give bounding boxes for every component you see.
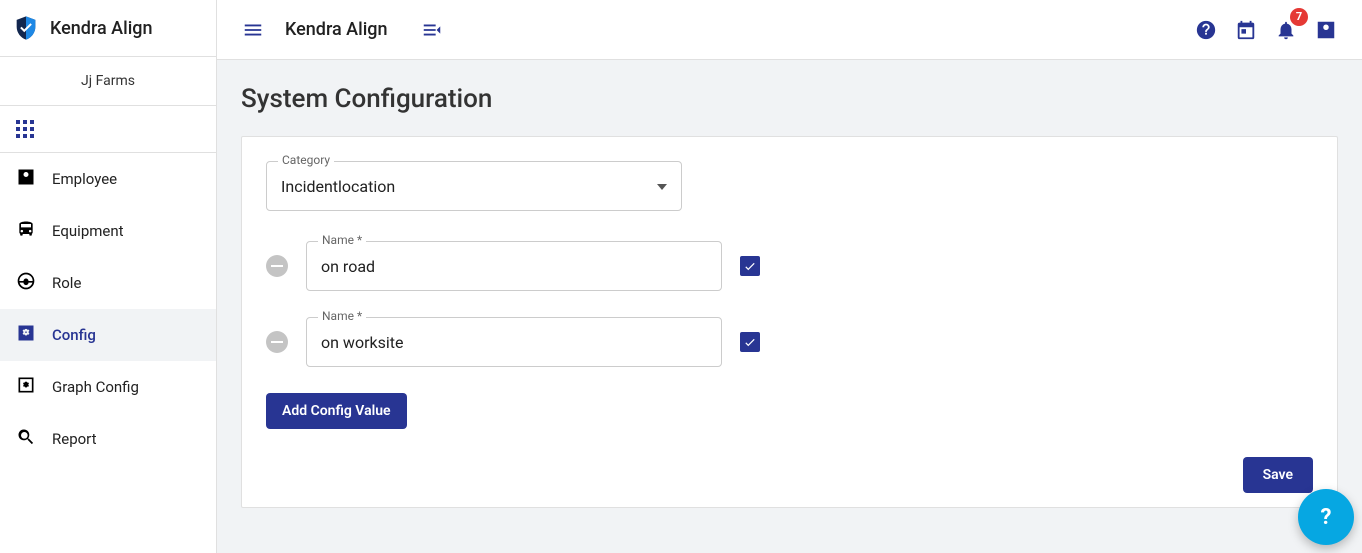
brand-name: Kendra Align <box>50 18 153 39</box>
sidebar-item-config[interactable]: Config <box>0 309 216 361</box>
remove-row-button[interactable] <box>266 255 288 277</box>
topbar: Kendra Align 7 <box>217 0 1362 60</box>
brand-row: Kendra Align <box>0 0 216 57</box>
help-fab[interactable]: ? <box>1298 489 1354 545</box>
save-button[interactable]: Save <box>1243 457 1313 493</box>
calendar-event-icon <box>1235 19 1257 41</box>
config-row: Name * <box>266 317 1313 367</box>
apps-grid-icon <box>16 120 34 138</box>
content: System Configuration Category Incidentlo… <box>217 60 1362 553</box>
calendar-button[interactable] <box>1226 10 1266 50</box>
graph-config-icon <box>16 375 36 399</box>
sidebar-item-label: Config <box>52 326 96 344</box>
steering-icon <box>16 271 36 295</box>
row-checkbox[interactable] <box>740 256 760 276</box>
chevron-down-icon <box>657 177 667 196</box>
apps-button[interactable] <box>0 106 216 153</box>
topbar-title: Kendra Align <box>285 19 388 40</box>
search-icon <box>16 427 36 451</box>
minus-icon <box>271 341 283 343</box>
category-value: Incidentlocation <box>281 177 395 196</box>
sidebar-item-label: Employee <box>52 170 117 188</box>
sidebar-item-label: Equipment <box>52 222 124 240</box>
page-title: System Configuration <box>241 84 1338 114</box>
sidebar-item-label: Role <box>52 274 81 292</box>
notifications-badge: 7 <box>1290 8 1308 26</box>
name-label: Name * <box>318 233 366 247</box>
account-box-icon <box>1315 19 1337 41</box>
main-column: Kendra Align 7 System Configuration <box>217 0 1362 553</box>
sidebar-item-report[interactable]: Report <box>0 413 216 465</box>
menu-collapse-icon <box>421 19 443 41</box>
add-config-value-button[interactable]: Add Config Value <box>266 393 407 429</box>
config-name-input[interactable] <box>306 317 722 367</box>
shield-logo-icon <box>12 14 40 42</box>
remove-row-button[interactable] <box>266 331 288 353</box>
sidebar-item-role[interactable]: Role <box>0 257 216 309</box>
row-checkbox[interactable] <box>740 332 760 352</box>
minus-icon <box>271 265 283 267</box>
sidebar-item-label: Graph Config <box>52 378 139 396</box>
bus-icon <box>16 219 36 243</box>
category-select[interactable]: Category Incidentlocation <box>266 161 682 211</box>
check-icon <box>743 259 757 273</box>
notifications-button[interactable]: 7 <box>1266 10 1306 50</box>
sidebar-item-label: Report <box>52 430 97 448</box>
sidebar-item-employee[interactable]: Employee <box>0 153 216 205</box>
org-name: Jj Farms <box>0 57 216 106</box>
collapse-sidebar-button[interactable] <box>412 10 452 50</box>
person-box-icon <box>16 167 36 191</box>
name-label: Name * <box>318 309 366 323</box>
sidebar-nav: Employee Equipment Role Config <box>0 153 216 465</box>
sidebar-item-equipment[interactable]: Equipment <box>0 205 216 257</box>
config-card: Category Incidentlocation Name * <box>241 136 1338 508</box>
config-icon <box>16 323 36 347</box>
check-icon <box>743 335 757 349</box>
config-row: Name * <box>266 241 1313 291</box>
sidebar-item-graph-config[interactable]: Graph Config <box>0 361 216 413</box>
help-button[interactable] <box>1186 10 1226 50</box>
config-name-input[interactable] <box>306 241 722 291</box>
hamburger-icon <box>242 19 264 41</box>
sidebar: Kendra Align Jj Farms Employee Equipmen <box>0 0 217 553</box>
menu-button[interactable] <box>233 10 273 50</box>
account-button[interactable] <box>1306 10 1346 50</box>
help-circle-icon <box>1195 19 1217 41</box>
category-label: Category <box>278 153 334 167</box>
